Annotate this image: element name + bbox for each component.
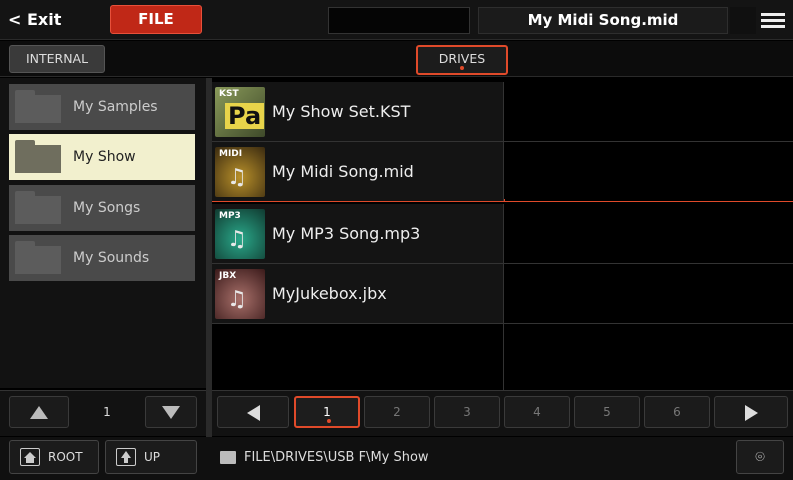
file-name: My Show Set.KST [272,102,411,121]
location-pin-icon[interactable]: ⌾ [736,440,784,474]
scroll-down-button[interactable] [145,396,197,428]
file-name: My Midi Song.mid [272,162,414,181]
empty-display-field [328,7,470,34]
prev-page-button[interactable] [217,396,289,428]
file-browser-window: < Exit FILE My Midi Song.mid INTERNAL DR… [0,0,793,480]
music-note-icon: ♫ [227,227,247,252]
page-button-3[interactable]: 3 [434,396,500,428]
file-cell[interactable]: KST Pa My Show Set.KST [212,82,504,141]
folder-icon [15,241,61,275]
empty-cell [505,142,793,201]
up-button[interactable]: UP [105,440,197,474]
page-number: 6 [673,405,681,419]
display-spacer [730,7,756,34]
arrow-down-icon [162,406,180,419]
kst-set-icon: KST Pa [215,87,265,137]
folder-page-indicator: 1 [103,405,111,419]
up-folder-icon [116,448,136,466]
midi-file-icon: MIDI ♫ [215,147,265,197]
folder-list-panel: My Samples My Show My Songs My Sounds [0,78,206,388]
hamburger-menu-icon[interactable] [758,7,788,34]
file-type-label: MP3 [219,211,241,221]
folder-icon [15,140,61,174]
file-list-panel: KST Pa My Show Set.KST MIDI ♫ My Midi So… [212,82,793,390]
file-cell[interactable]: MP3 ♫ My MP3 Song.mp3 [212,204,504,263]
page-number: 3 [463,405,471,419]
folder-icon [220,450,236,464]
page-button-5[interactable]: 5 [574,396,640,428]
folder-item-my-samples[interactable]: My Samples [9,84,195,130]
root-button[interactable]: ROOT [9,440,99,474]
current-page-indicator [327,419,331,423]
folder-icon [15,90,61,124]
file-type-label: JBX [219,271,237,281]
arrow-left-icon [246,405,260,421]
drives-tab[interactable]: DRIVES [416,45,508,75]
empty-file-row [212,324,793,390]
page-number: 2 [393,405,401,419]
home-folder-icon [20,448,40,466]
current-song-display: My Midi Song.mid [478,7,728,34]
drives-selected-indicator [460,66,464,70]
folder-item-my-sounds[interactable]: My Sounds [9,235,195,281]
folder-label: My Samples [73,99,158,115]
root-label: ROOT [48,450,83,464]
jukebox-file-icon: JBX ♫ [215,269,265,319]
arrow-right-icon [744,405,758,421]
path-text: FILE\DRIVES\USB F\My Show [244,449,429,465]
page-number: 5 [603,405,611,419]
exit-button[interactable]: < Exit [8,6,88,34]
empty-cell [505,82,793,141]
pa-logo: Pa [225,103,265,129]
folder-icon [15,191,61,225]
file-cell[interactable]: MIDI ♫ My Midi Song.mid [212,142,504,201]
page-button-2[interactable]: 2 [364,396,430,428]
file-name: MyJukebox.jbx [272,284,387,303]
empty-cell [505,264,793,323]
up-label: UP [144,450,161,464]
page-button-6[interactable]: 6 [644,396,710,428]
internal-tab[interactable]: INTERNAL [9,45,105,73]
page-number: 4 [533,405,541,419]
file-row-jbx[interactable]: JBX ♫ MyJukebox.jbx [212,264,793,324]
empty-cell [212,324,504,390]
file-cell[interactable]: JBX ♫ MyJukebox.jbx [212,264,504,323]
page-button-4[interactable]: 4 [504,396,570,428]
page-button-1[interactable]: 1 [294,396,360,428]
current-path: FILE\DRIVES\USB F\My Show [212,440,732,474]
file-name: My MP3 Song.mp3 [272,224,421,243]
file-type-label: KST [219,89,239,99]
next-page-button[interactable] [714,396,788,428]
music-note-icon: ♫ [227,165,247,190]
page-number: 1 [323,405,331,419]
empty-cell [505,324,793,390]
folder-item-my-songs[interactable]: My Songs [9,185,195,231]
file-row-mp3[interactable]: MP3 ♫ My MP3 Song.mp3 [212,204,793,264]
file-tab[interactable]: FILE [110,5,202,34]
empty-cell [505,204,793,263]
scroll-up-button[interactable] [9,396,69,428]
file-row-kst[interactable]: KST Pa My Show Set.KST [212,82,793,142]
storage-tab-bar [0,41,793,77]
folder-label: My Sounds [73,250,150,266]
music-note-icon: ♫ [227,287,247,312]
file-type-label: MIDI [219,149,243,159]
folder-item-my-show[interactable]: My Show [9,134,195,180]
arrow-up-icon [30,406,48,419]
folder-label: My Songs [73,200,141,216]
file-row-midi[interactable]: MIDI ♫ My Midi Song.mid [212,142,793,202]
mp3-file-icon: MP3 ♫ [215,209,265,259]
folder-label: My Show [73,149,136,165]
